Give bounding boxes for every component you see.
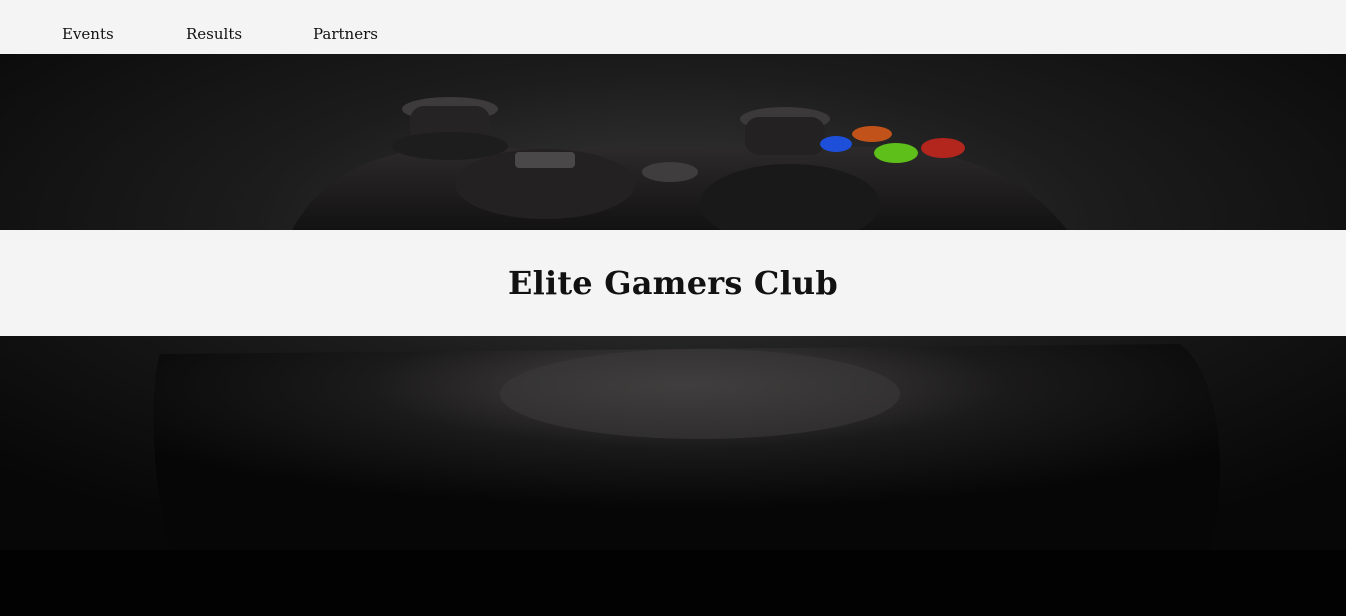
blue-button (820, 136, 852, 152)
footer-strip (0, 550, 1346, 616)
green-button (874, 143, 918, 163)
red-button (921, 138, 965, 158)
page-title: Elite Gamers Club (508, 264, 838, 302)
nav-link-results[interactable]: Results (186, 25, 242, 43)
nav-link-events[interactable]: Events (62, 25, 114, 43)
title-band: Elite Gamers Club (0, 230, 1346, 336)
top-navigation: Events Results Partners (0, 0, 1346, 54)
orange-button (852, 126, 892, 142)
controller-body (290, 146, 1070, 234)
nav-link-partners[interactable]: Partners (313, 25, 378, 43)
